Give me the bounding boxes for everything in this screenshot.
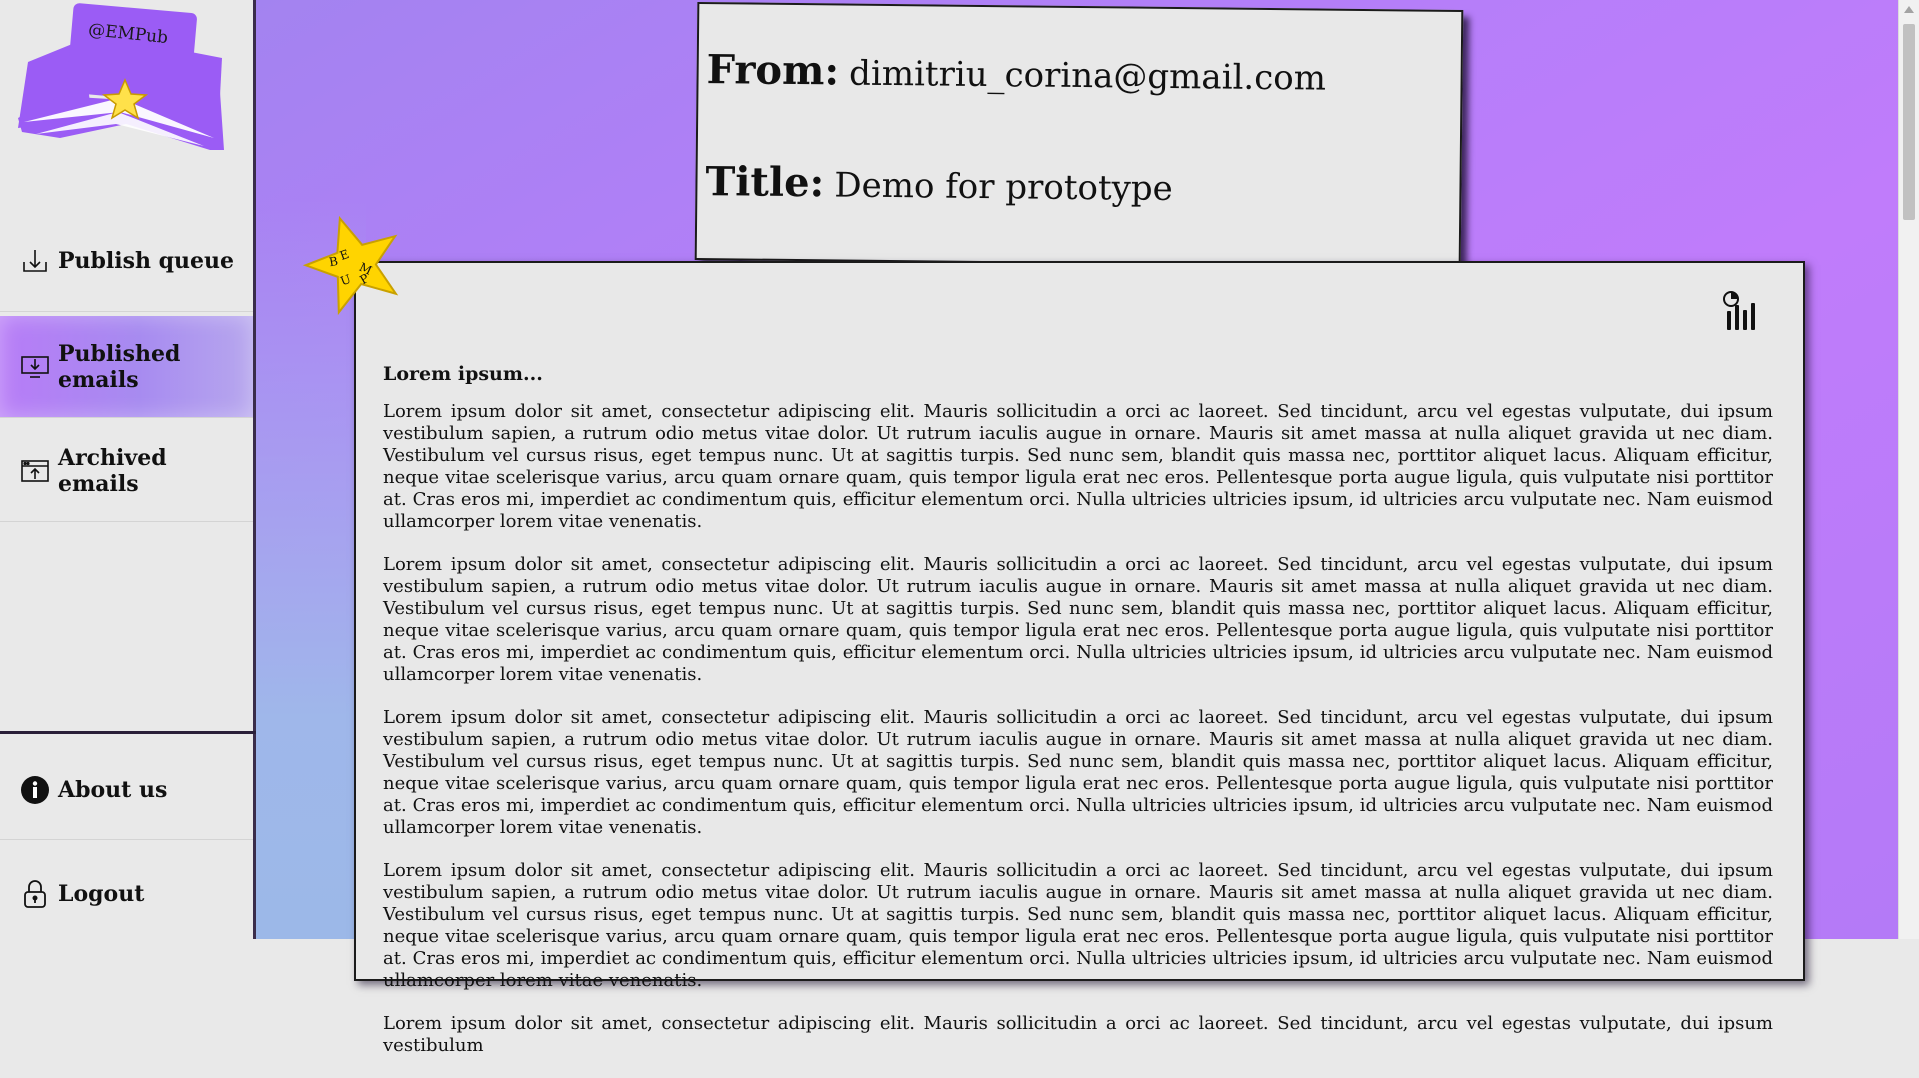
from-label: From: (706, 46, 840, 95)
sidebar-item-about-us[interactable]: About us (0, 740, 253, 840)
archive-upload-icon (20, 456, 50, 486)
scrollbar-thumb[interactable] (1903, 24, 1915, 220)
star-icon: E M P U B (302, 215, 399, 316)
email-paragraph: Lorem ipsum dolor sit amet, consectetur … (383, 707, 1773, 838)
email-body-card: Lorem ipsum... Lorem ipsum dolor sit ame… (354, 261, 1805, 1056)
email-body-heading: Lorem ipsum... (383, 363, 543, 385)
title-row: Title: Demo for prototype (705, 158, 1173, 210)
statistics-icon[interactable] (1721, 289, 1765, 333)
email-paragraph: Lorem ipsum dolor sit amet, consectetur … (383, 401, 1773, 532)
title-label: Title: (705, 158, 825, 207)
sidebar-item-logout[interactable]: Logout (0, 844, 253, 944)
scroll-up-arrow-icon[interactable] (1904, 6, 1914, 13)
sidebar-item-publish-queue[interactable]: Publish queue (0, 210, 253, 312)
sidebar-divider (0, 731, 256, 734)
page-scrollbar[interactable] (1898, 0, 1919, 939)
email-paragraph: Lorem ipsum dolor sit amet, consectetur … (383, 860, 1773, 991)
lock-icon (20, 879, 50, 909)
email-body: Lorem ipsum... Lorem ipsum dolor sit ame… (383, 363, 1773, 1078)
sidebar-item-label: About us (58, 776, 168, 803)
sidebar-item-label: Publish queue (58, 247, 235, 274)
email-header-card: From: dimitriu_corina@gmail.com Title: Dem… (694, 1, 1464, 269)
from-row: From: dimitriu_corina@gmail.com (706, 46, 1326, 99)
sidebar-item-archived-emails[interactable]: Archived emails (0, 420, 253, 522)
sidebar-item-published-emails[interactable]: Published emails (0, 316, 253, 418)
brand-logo[interactable]: @EMPub (0, 0, 253, 210)
info-icon (20, 775, 50, 805)
sidebar-item-label: Published emails (58, 340, 181, 393)
email-paragraph: Lorem ipsum dolor sit amet, consectetur … (383, 1013, 1773, 1056)
sidebar-item-label: Logout (58, 881, 145, 907)
sidebar-item-label: Archived emails (58, 444, 167, 497)
sidebar: @EMPub Publish queue Published emails Ar… (0, 0, 256, 939)
from-value: dimitriu_corina@gmail.com (848, 53, 1327, 99)
email-paragraph: Lorem ipsum dolor sit amet, consectetur … (383, 554, 1773, 685)
inbox-download-icon (20, 246, 50, 276)
title-value: Demo for prototype (834, 165, 1173, 209)
empub-star-badge: E M P U B (300, 210, 410, 320)
monitor-download-icon (20, 352, 50, 382)
